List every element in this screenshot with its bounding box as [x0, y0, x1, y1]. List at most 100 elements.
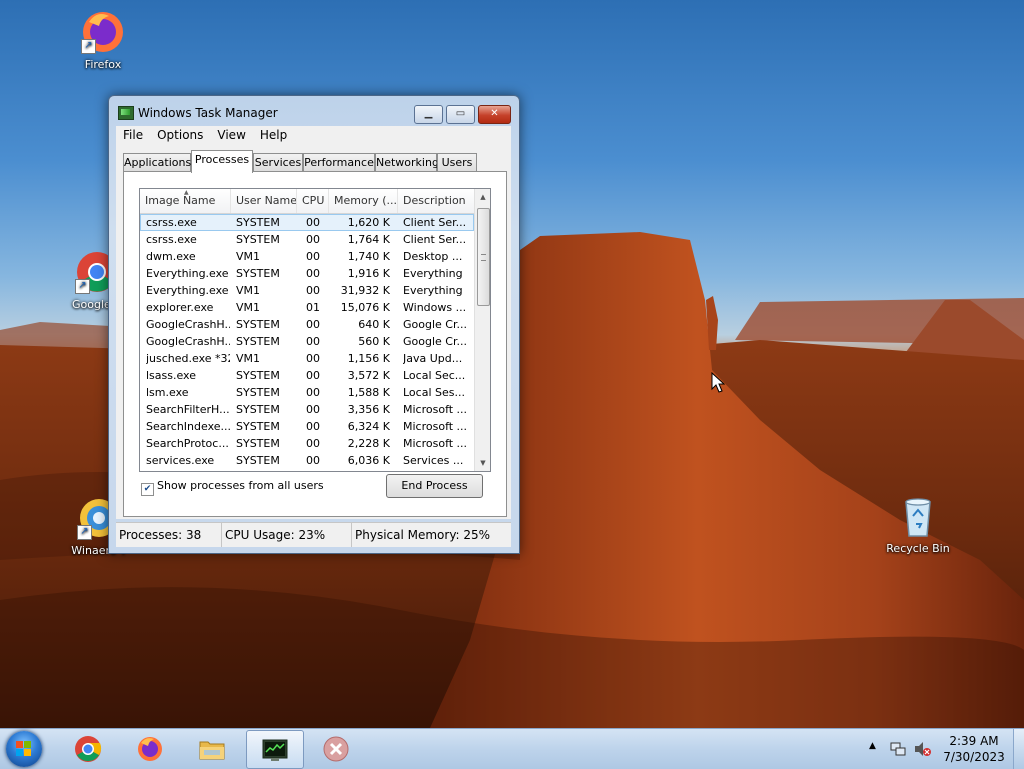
- column-description[interactable]: Description: [398, 189, 474, 213]
- column-label: Memory (...: [334, 194, 398, 207]
- task-manager-icon: [118, 106, 134, 120]
- menu-file[interactable]: File: [116, 126, 150, 144]
- tab-users[interactable]: Users: [437, 153, 477, 172]
- column-user-name[interactable]: User Name: [231, 189, 297, 213]
- close-button[interactable]: ✕: [478, 105, 511, 124]
- cell-image-name: lsm.exe: [146, 386, 189, 399]
- desktop-icon-label: Firefox: [84, 58, 122, 71]
- menu-options[interactable]: Options: [150, 126, 210, 144]
- cell-image-name: csrss.exe: [146, 216, 197, 229]
- table-row[interactable]: explorer.exe VM1 01 15,076 K Windows ...: [140, 299, 474, 316]
- cell-image-name: Everything.exe: [146, 284, 229, 297]
- firefox-icon: [138, 737, 162, 761]
- chrome-icon: [75, 736, 102, 762]
- cell-memory: 560 K: [358, 335, 390, 348]
- column-memory[interactable]: Memory (...: [329, 189, 398, 213]
- taskbar-file-explorer[interactable]: [184, 730, 240, 767]
- cell-cpu: 00: [306, 233, 320, 246]
- table-row[interactable]: csrss.exe SYSTEM 00 1,620 K Client Ser...: [140, 214, 474, 231]
- cell-description: Everything: [403, 284, 463, 297]
- desktop-icon-firefox[interactable]: ↗ Firefox: [58, 8, 148, 71]
- mouse-cursor-icon: [711, 372, 725, 393]
- desktop-icon-recycle-bin[interactable]: Recycle Bin: [873, 492, 963, 555]
- cell-memory: 3,356 K: [347, 403, 390, 416]
- tab-applications[interactable]: Applications: [123, 153, 191, 172]
- cell-user-name: VM1: [236, 301, 261, 314]
- table-row[interactable]: SearchProtoc... SYSTEM 00 2,228 K Microsoft …: [140, 435, 474, 452]
- cell-cpu: 00: [306, 369, 320, 382]
- menu-view[interactable]: View: [210, 126, 252, 144]
- scroll-down-icon[interactable]: ▼: [475, 455, 490, 471]
- tab-processes[interactable]: Processes: [191, 150, 253, 173]
- tab-services[interactable]: Services: [253, 153, 303, 172]
- clock-time: 2:39 AM: [949, 734, 999, 748]
- cell-description: Microsoft ...: [403, 437, 468, 450]
- cell-user-name: SYSTEM: [236, 335, 280, 348]
- error-circle-icon: [323, 736, 349, 762]
- minimize-button[interactable]: ▁: [414, 105, 443, 124]
- end-process-button[interactable]: End Process: [386, 474, 483, 498]
- tab-networking[interactable]: Networking: [375, 153, 439, 172]
- cell-memory: 1,764 K: [347, 233, 390, 246]
- cell-user-name: SYSTEM: [236, 369, 280, 382]
- taskbar-task-manager[interactable]: [246, 730, 304, 769]
- table-row[interactable]: dwm.exe VM1 00 1,740 K Desktop ...: [140, 248, 474, 265]
- taskbar-firefox[interactable]: [122, 730, 178, 767]
- table-row[interactable]: Everything.exe SYSTEM 00 1,916 K Everything: [140, 265, 474, 282]
- table-row[interactable]: services.exe SYSTEM 00 6,036 K Services ...: [140, 452, 474, 469]
- taskbar-app-error[interactable]: [308, 730, 364, 767]
- cell-user-name: VM1: [236, 250, 261, 263]
- show-all-users-checkbox[interactable]: ✔ Show processes from all users: [141, 479, 324, 496]
- table-row[interactable]: lsm.exe SYSTEM 00 1,588 K Local Ses...: [140, 384, 474, 401]
- show-desktop-button[interactable]: [1013, 729, 1024, 769]
- table-row[interactable]: SearchIndexe... SYSTEM 00 6,324 K Microsoft …: [140, 418, 474, 435]
- cell-memory: 15,076 K: [340, 301, 390, 314]
- network-icon[interactable]: [890, 741, 906, 757]
- cell-description: Desktop ...: [403, 250, 463, 263]
- cell-memory: 31,932 K: [340, 284, 390, 297]
- table-row[interactable]: lsass.exe SYSTEM 00 3,572 K Local Sec...: [140, 367, 474, 384]
- window-titlebar[interactable]: Windows Task Manager ▁ ▭ ✕: [109, 96, 519, 126]
- show-hidden-icons-chevron-icon[interactable]: ▲: [869, 741, 876, 751]
- table-row[interactable]: Everything.exe VM1 00 31,932 K Everything: [140, 282, 474, 299]
- table-row[interactable]: GoogleCrashH... SYSTEM 00 560 K Google Cr...: [140, 333, 474, 350]
- table-row[interactable]: SearchFilterH... SYSTEM 00 3,356 K Microsoft…: [140, 401, 474, 418]
- vertical-scrollbar[interactable]: ▲ ▼: [474, 189, 490, 471]
- start-button[interactable]: [6, 731, 42, 767]
- cell-description: Windows ...: [403, 301, 467, 314]
- cell-cpu: 01: [306, 301, 320, 314]
- column-image-name[interactable]: ▲ Image Name: [140, 189, 231, 213]
- recycle-bin-icon: [894, 492, 942, 540]
- cell-image-name: csrss.exe: [146, 233, 197, 246]
- cell-memory: 1,588 K: [347, 386, 390, 399]
- system-clock[interactable]: 2:39 AM 7/30/2023: [942, 733, 1006, 765]
- cell-image-name: SearchFilterH...: [146, 403, 230, 416]
- folder-icon: [199, 741, 225, 760]
- cell-cpu: 00: [306, 437, 320, 450]
- table-row[interactable]: csrss.exe SYSTEM 00 1,764 K Client Ser...: [140, 231, 474, 248]
- scroll-thumb[interactable]: [477, 208, 490, 306]
- cell-description: Everything: [403, 267, 463, 280]
- maximize-button[interactable]: ▭: [446, 105, 475, 124]
- volume-muted-icon[interactable]: [914, 741, 932, 757]
- tab-performance[interactable]: Performance: [303, 153, 375, 172]
- table-row[interactable]: GoogleCrashH... SYSTEM 00 640 K Google Cr...: [140, 316, 474, 333]
- window-title: Windows Task Manager: [138, 106, 278, 120]
- scroll-up-icon[interactable]: ▲: [475, 189, 490, 205]
- processes-panel: ▲ Image Name User Name CPU Memory (... D…: [123, 171, 507, 517]
- cell-cpu: 00: [306, 352, 320, 365]
- menu-help[interactable]: Help: [253, 126, 294, 144]
- table-row[interactable]: jusched.exe *32 VM1 00 1,156 K Java Upd...: [140, 350, 474, 367]
- process-list[interactable]: ▲ Image Name User Name CPU Memory (... D…: [139, 188, 491, 472]
- shortcut-arrow-icon: ↗: [75, 279, 90, 294]
- cell-user-name: SYSTEM: [236, 216, 280, 229]
- cell-memory: 1,156 K: [347, 352, 390, 365]
- taskbar-chrome[interactable]: [60, 730, 116, 767]
- grip-icon: [481, 254, 486, 261]
- column-label: CPU: [302, 194, 325, 207]
- status-processes: Processes: 38: [116, 523, 222, 547]
- column-cpu[interactable]: CPU: [297, 189, 329, 213]
- task-manager-window[interactable]: Windows Task Manager ▁ ▭ ✕ File Options Vi…: [108, 95, 520, 554]
- cell-image-name: lsass.exe: [146, 369, 196, 382]
- column-label: Image Name: [145, 194, 216, 207]
